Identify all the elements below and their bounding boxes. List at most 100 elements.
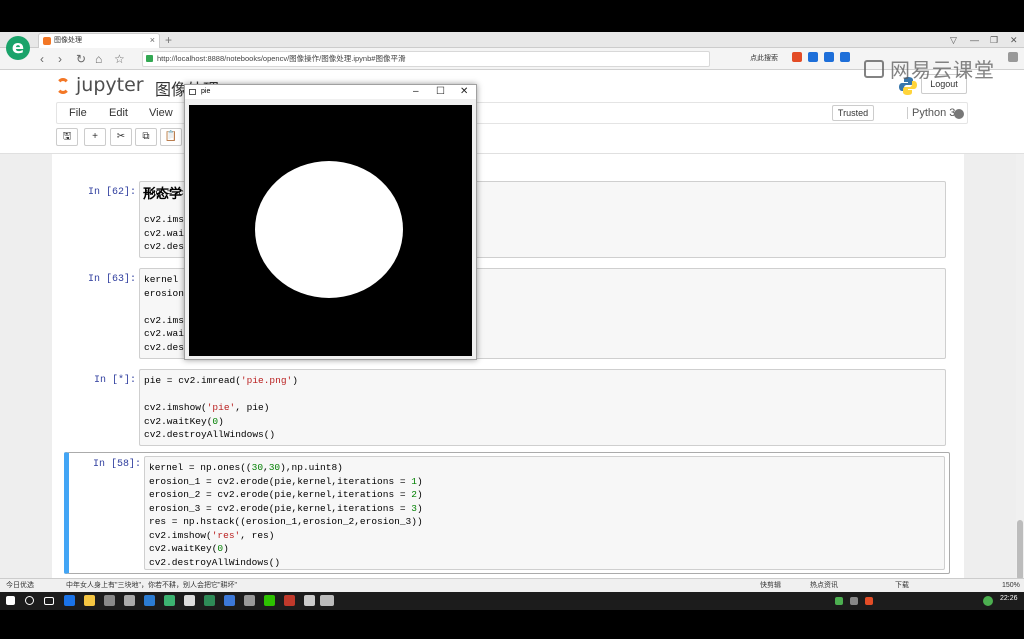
paste-icon: 📋	[164, 131, 178, 142]
cut-button[interactable]: ✂	[110, 128, 132, 146]
tab-close-icon[interactable]: ×	[150, 34, 155, 47]
top-black-bar	[0, 0, 1024, 32]
back-icon[interactable]: ‹	[40, 51, 44, 67]
extension-icon[interactable]	[824, 52, 834, 62]
watermark-logo-icon	[864, 60, 884, 78]
url-text: http://localhost:8888/notebooks/opencv/图…	[157, 54, 406, 63]
search-icon[interactable]	[25, 596, 34, 605]
mail-taskbar-icon[interactable]	[124, 595, 135, 606]
menu-file[interactable]: File	[69, 107, 87, 119]
status-zoom[interactable]: 150%	[1002, 579, 1020, 592]
app-taskbar-icon[interactable]	[144, 595, 155, 606]
white-circle-image	[255, 161, 403, 298]
tray-icon[interactable]	[983, 596, 993, 606]
code-cell-running[interactable]: In [*]: pie = cv2.imread('pie.png') cv2.…	[64, 369, 950, 449]
string-literal: 'pie'	[206, 402, 236, 413]
app-taskbar-icon[interactable]	[224, 595, 235, 606]
watermark: 网易云课堂	[890, 58, 995, 82]
tray-icon[interactable]	[835, 597, 843, 605]
tray-icon[interactable]	[865, 597, 873, 605]
active-window-taskbar-icon[interactable]	[320, 595, 334, 606]
new-tab-icon[interactable]: +	[165, 32, 172, 48]
extension-icon[interactable]	[792, 52, 802, 62]
jupyter-logo-text: jupyter	[76, 74, 144, 96]
cell-input[interactable]: pie = cv2.imread('pie.png') cv2.imshow('…	[139, 369, 946, 446]
folder-taskbar-icon[interactable]	[84, 595, 95, 606]
section-heading: 形态学	[143, 186, 183, 201]
vertical-scrollbar[interactable]	[1016, 154, 1024, 582]
status-left[interactable]: 今日优选	[6, 579, 34, 592]
jupyter-favicon-icon	[43, 37, 51, 45]
pin-icon[interactable]: ▽	[950, 32, 957, 48]
url-input[interactable]: http://localhost:8888/notebooks/opencv/图…	[142, 51, 710, 67]
minimize-icon[interactable]: —	[970, 32, 979, 48]
task-view-icon[interactable]	[44, 597, 54, 605]
close-icon[interactable]: ✕	[460, 85, 468, 99]
browser-logo-icon: e	[6, 36, 30, 60]
scrollbar-thumb[interactable]	[1017, 520, 1023, 580]
save-icon: 🖫	[62, 131, 72, 142]
status-news[interactable]: 中年女人身上有"三块地"，你若不耕，别人会把它"耕坏"	[66, 579, 237, 592]
browser-window: 图像处理 × + ▽ — ❐ ✕ ‹ › ↻ ⌂ ☆ http://localh…	[0, 32, 1024, 592]
copy-button[interactable]: ⧉	[135, 128, 157, 146]
app-taskbar-icon[interactable]	[204, 595, 215, 606]
close-window-icon[interactable]: ✕	[1010, 32, 1018, 48]
app-taskbar-icon[interactable]	[284, 595, 295, 606]
tray-icon[interactable]	[850, 597, 858, 605]
restore-icon[interactable]: ❐	[990, 32, 998, 48]
window-icon	[189, 89, 196, 95]
app-taskbar-icon[interactable]	[244, 595, 255, 606]
image-window-titlebar[interactable]: pie – ☐ ✕	[185, 85, 476, 99]
app-taskbar-icon[interactable]	[304, 595, 315, 606]
app-taskbar-icon[interactable]	[164, 595, 175, 606]
forward-icon[interactable]: ›	[58, 51, 62, 67]
start-icon[interactable]	[6, 596, 15, 605]
plus-icon: +	[92, 131, 98, 142]
code-line: kernel = np.ones((30,30),np.uint8)	[149, 462, 343, 473]
cell-prompt: In [62]:	[87, 187, 136, 198]
bookmark-star-icon[interactable]: ☆	[114, 51, 125, 67]
menu-edit[interactable]: Edit	[109, 107, 128, 119]
insert-cell-button[interactable]: +	[84, 128, 106, 146]
maximize-icon[interactable]: ☐	[436, 85, 445, 99]
code-line: cv2.imshow('res', res)	[149, 529, 275, 541]
kernel-name[interactable]: Python 3	[907, 107, 955, 119]
app-taskbar-icon[interactable]	[104, 595, 115, 606]
paste-button[interactable]: 📋	[160, 128, 182, 146]
code-cell-selected[interactable]: In [58]: kernel = np.ones((30,30),np.uin…	[64, 452, 950, 574]
home-icon[interactable]: ⌂	[95, 51, 102, 67]
menu-icon[interactable]	[1008, 52, 1018, 62]
extension-icon[interactable]	[840, 52, 850, 62]
refresh-icon[interactable]: ↻	[76, 51, 86, 67]
opencv-image-window[interactable]: pie – ☐ ✕	[184, 84, 477, 360]
app-taskbar-icon[interactable]	[184, 595, 195, 606]
jupyter-logo[interactable]: jupyter	[56, 74, 144, 96]
code-line: cv2.imshow('pie', pie)	[144, 402, 270, 413]
wechat-taskbar-icon[interactable]	[264, 595, 275, 606]
search-hint[interactable]: 点此搜索	[750, 53, 778, 63]
menu-view[interactable]: View	[149, 107, 173, 119]
cell-input[interactable]: kernel = np.ones((30,30),np.uint8) erosio…	[144, 456, 945, 570]
cell-prompt: In [*]:	[93, 375, 136, 386]
status-quick[interactable]: 快剪辑	[760, 579, 781, 592]
code-line: cv2.destroyAllWindows()	[144, 429, 276, 440]
cell-prompt: In [63]:	[87, 274, 136, 285]
taskbar-clock[interactable]: 22:26	[1000, 595, 1018, 602]
code-line: cv2.waitKey(0)	[149, 543, 229, 554]
jupyter-ring-icon	[56, 78, 70, 94]
trusted-badge[interactable]: Trusted	[832, 105, 874, 121]
tab-notebook[interactable]: 图像处理 ×	[38, 33, 160, 48]
status-hot[interactable]: 热点资讯	[810, 579, 838, 592]
save-button[interactable]: 🖫	[56, 128, 78, 146]
tab-title: 图像处理	[54, 37, 82, 44]
scissors-icon: ✂	[116, 131, 126, 142]
minimize-icon[interactable]: –	[413, 85, 419, 99]
tab-bar: 图像处理 × + ▽ — ❐ ✕	[0, 32, 1024, 48]
image-window-title: pie	[201, 88, 211, 95]
status-download[interactable]: 下载	[895, 579, 909, 592]
jupyter-header: jupyter 图像处理 Logout File Edit View Trust…	[0, 70, 1024, 154]
extension-icon[interactable]	[808, 52, 818, 62]
browser-taskbar-icon[interactable]	[64, 595, 75, 606]
code-line: erosion_2 = cv2.erode(pie,kernel,iterati…	[149, 489, 423, 500]
